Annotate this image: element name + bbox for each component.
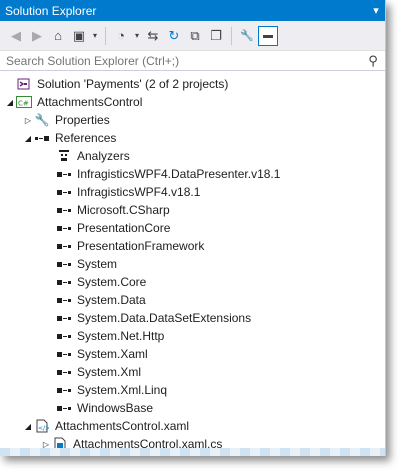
home-icon[interactable]: ⌂: [48, 26, 68, 46]
xaml-file-icon: </>: [34, 418, 50, 434]
reference-label: PresentationFramework: [77, 239, 205, 253]
reference-label: System.Xaml: [77, 347, 148, 361]
reference-label: System.Data.DataSetExtensions: [77, 311, 252, 325]
expanded-arrow-icon[interactable]: ◢: [22, 129, 34, 147]
sync-icon[interactable]: ⇆: [143, 26, 163, 46]
reference-label: InfragisticsWPF4.DataPresenter.v18.1: [77, 167, 281, 181]
assembly-icon: [56, 202, 72, 218]
references-icon: [34, 130, 50, 146]
tree-item-reference[interactable]: System.Data.DataSetExtensions: [0, 309, 385, 327]
tree-item-reference[interactable]: System.Core: [0, 273, 385, 291]
assembly-icon: [56, 346, 72, 362]
properties-icon[interactable]: 🔧: [237, 26, 257, 46]
switch-views-icon[interactable]: ▣: [69, 26, 89, 46]
pending-changes-filter-icon[interactable]: ◔: [111, 26, 131, 46]
assembly-icon: [56, 238, 72, 254]
project-label: AttachmentsControl: [37, 95, 143, 109]
search-bar: ⚲: [0, 51, 385, 71]
tree-item-analyzers[interactable]: Analyzers: [0, 147, 385, 165]
tree-item-properties[interactable]: ▷ 🔧 Properties: [0, 111, 385, 129]
reference-label: System.Data: [77, 293, 146, 307]
collapse-all-icon[interactable]: ⧉: [185, 26, 205, 46]
refresh-icon[interactable]: ↻: [164, 26, 184, 46]
solution-label: Solution 'Payments' (2 of 2 projects): [37, 77, 229, 91]
panel-title: Solution Explorer: [5, 3, 97, 18]
show-all-files-icon[interactable]: ❐: [206, 26, 226, 46]
tree-item-reference[interactable]: System.Xaml: [0, 345, 385, 363]
reference-label: WindowsBase: [77, 401, 154, 415]
search-icon[interactable]: ⚲: [361, 53, 385, 69]
assembly-icon: [56, 328, 72, 344]
solution-tree: Solution 'Payments' (2 of 2 projects) ◢ …: [0, 71, 385, 453]
tree-item-reference[interactable]: PresentationFramework: [0, 237, 385, 255]
assembly-icon: [56, 400, 72, 416]
analyzers-icon: [56, 148, 72, 164]
tree-item-solution[interactable]: Solution 'Payments' (2 of 2 projects): [0, 75, 385, 93]
assembly-icon: [56, 382, 72, 398]
collapsed-arrow-icon[interactable]: ▷: [22, 111, 34, 129]
tree-item-reference[interactable]: InfragisticsWPF4.v18.1: [0, 183, 385, 201]
expanded-arrow-icon[interactable]: ◢: [22, 417, 34, 435]
toolbar: ◀ ▶ ⌂ ▣ ▾ ◔ ▾ ⇆ ↻ ⧉ ❐ 🔧 ▬: [0, 21, 385, 51]
tree-item-reference[interactable]: WindowsBase: [0, 399, 385, 417]
torn-bottom-edge: [0, 448, 385, 456]
tree-item-xaml-file[interactable]: ◢ </> AttachmentsControl.xaml: [0, 417, 385, 435]
xaml-file-label: AttachmentsControl.xaml: [55, 419, 190, 433]
title-bar: Solution Explorer ▾: [0, 0, 385, 21]
toolbar-separator: [105, 26, 106, 45]
tree-item-project[interactable]: ◢ C# AttachmentsControl: [0, 93, 385, 111]
assembly-icon: [56, 364, 72, 380]
assembly-icon: [56, 310, 72, 326]
tree-item-reference[interactable]: System.Xml: [0, 363, 385, 381]
csharp-project-icon: C#: [16, 94, 32, 110]
wrench-icon: 🔧: [34, 113, 50, 127]
expanded-arrow-icon[interactable]: ◢: [4, 93, 16, 111]
assembly-icon: [56, 292, 72, 308]
preview-selected-icon[interactable]: ▬: [258, 25, 278, 46]
tree-item-reference[interactable]: System.Data: [0, 291, 385, 309]
tree-item-reference[interactable]: System: [0, 255, 385, 273]
assembly-icon: [56, 220, 72, 236]
svg-text:</>: </>: [38, 425, 49, 432]
reference-label: System.Xml.Linq: [77, 383, 168, 397]
forward-icon[interactable]: ▶: [27, 26, 47, 46]
tree-item-reference[interactable]: System.Net.Http: [0, 327, 385, 345]
reference-label: InfragisticsWPF4.v18.1: [77, 185, 201, 199]
reference-label: System: [77, 257, 118, 271]
reference-label: PresentationCore: [77, 221, 171, 235]
toolbar-separator: [231, 26, 232, 45]
tree-item-reference[interactable]: System.Xml.Linq: [0, 381, 385, 399]
back-icon[interactable]: ◀: [6, 26, 26, 46]
assembly-icon: [56, 256, 72, 272]
references-label: References: [55, 131, 117, 145]
assembly-icon: [56, 274, 72, 290]
pending-changes-dropdown-icon[interactable]: ▾: [132, 26, 142, 46]
search-input[interactable]: [6, 53, 361, 68]
reference-label: System.Xml: [77, 365, 142, 379]
tree-item-references[interactable]: ◢ References: [0, 129, 385, 147]
tree-item-reference[interactable]: Microsoft.CSharp: [0, 201, 385, 219]
window-menu-icon[interactable]: ▾: [367, 0, 385, 21]
reference-label: Analyzers: [77, 149, 130, 163]
reference-label: System.Core: [77, 275, 147, 289]
tree-item-reference[interactable]: InfragisticsWPF4.DataPresenter.v18.1: [0, 165, 385, 183]
solution-explorer-panel: Solution Explorer ▾ ◀ ▶ ⌂ ▣ ▾ ◔ ▾ ⇆ ↻ ⧉ …: [0, 0, 386, 456]
properties-label: Properties: [55, 113, 110, 127]
tree-item-reference[interactable]: PresentationCore: [0, 219, 385, 237]
reference-label: System.Net.Http: [77, 329, 165, 343]
switch-views-dropdown-icon[interactable]: ▾: [90, 26, 100, 46]
svg-text:C#: C#: [18, 100, 29, 108]
reference-label: Microsoft.CSharp: [77, 203, 170, 217]
solution-icon: [16, 76, 32, 92]
assembly-icon: [56, 166, 72, 182]
assembly-icon: [56, 184, 72, 200]
